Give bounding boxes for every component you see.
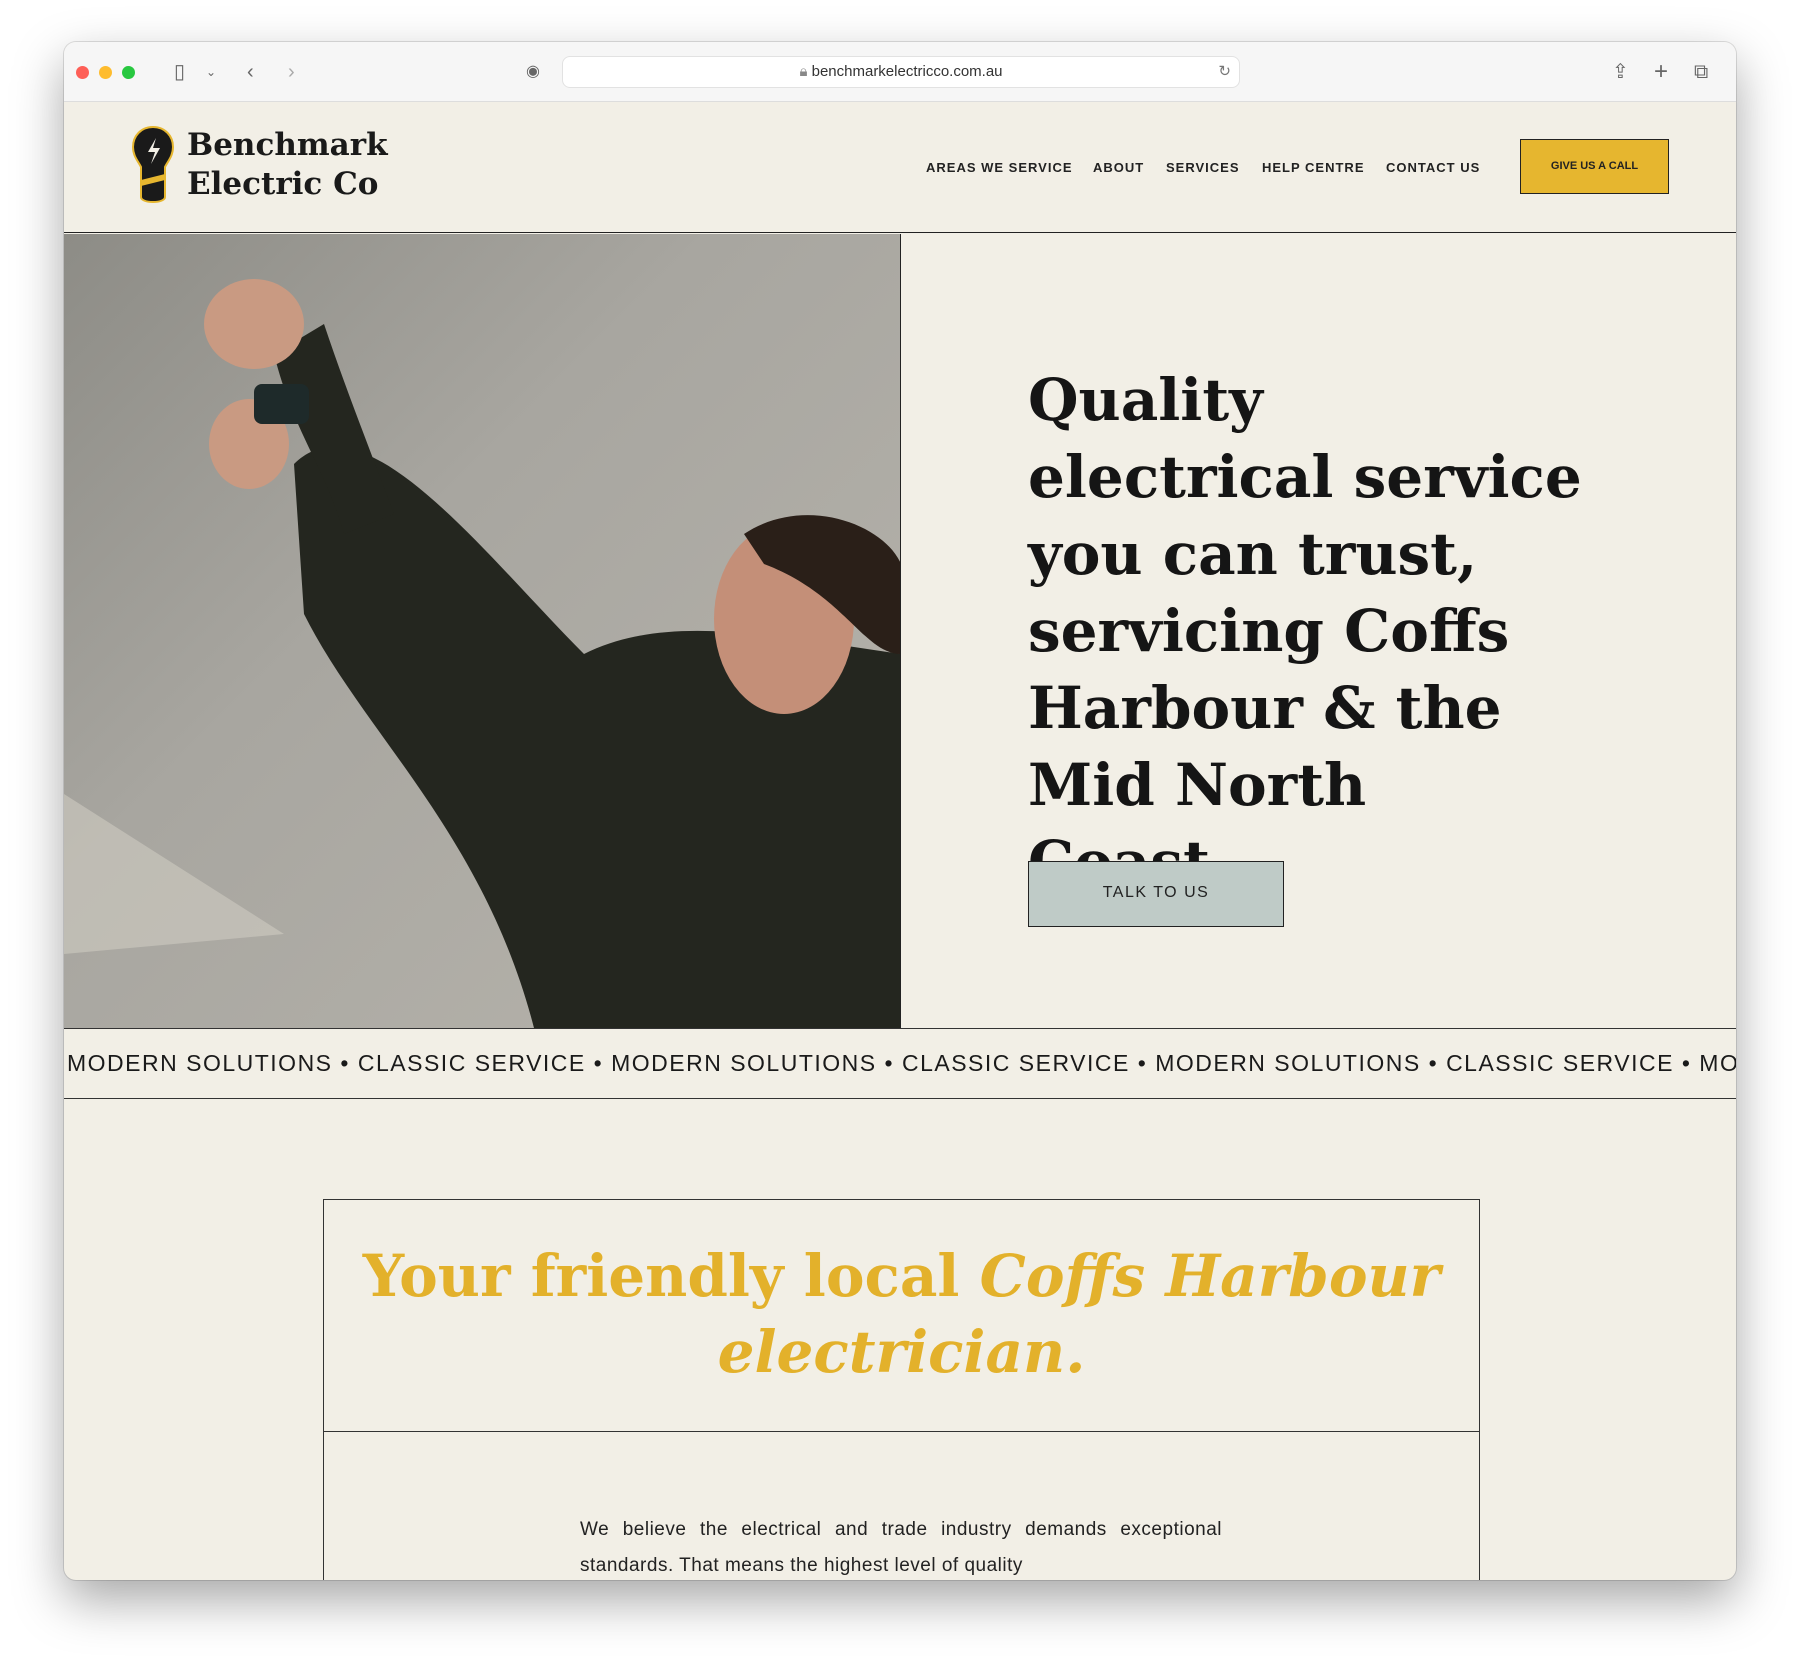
browser-toolbar: ▯ ⌄ ‹ › ◉ 🔒︎ benchmarkelectricco.com.au ↻… bbox=[64, 42, 1736, 102]
hero-headline: Quality electrical service you can trust… bbox=[1028, 366, 1582, 896]
ticker-item: MODERN SOLUTIONS bbox=[611, 1050, 877, 1076]
minimize-window-button[interactable] bbox=[99, 66, 112, 79]
nav-about[interactable]: ABOUT bbox=[1093, 160, 1144, 175]
privacy-icon[interactable]: ◉ bbox=[526, 58, 540, 86]
url-text: benchmarkelectricco.com.au bbox=[811, 63, 1003, 80]
close-window-button[interactable] bbox=[76, 66, 89, 79]
sidebar-icon[interactable]: ▯ bbox=[174, 58, 185, 86]
ticker-item: MODERN SOLUTIONS bbox=[1699, 1050, 1736, 1076]
nav-services[interactable]: SERVICES bbox=[1166, 160, 1240, 175]
ticker-item: MODERN SOLUTIONS bbox=[1155, 1050, 1421, 1076]
browser-window: ▯ ⌄ ‹ › ◉ 🔒︎ benchmarkelectricco.com.au ↻… bbox=[64, 42, 1736, 1580]
lock-icon: 🔒︎ bbox=[799, 63, 812, 80]
share-icon[interactable]: ⇪ bbox=[1612, 58, 1629, 86]
ticker-item: MODERN SOLUTIONS bbox=[67, 1050, 333, 1076]
reload-icon[interactable]: ↻ bbox=[1218, 57, 1231, 87]
nav-help-centre[interactable]: HELP CENTRE bbox=[1262, 160, 1365, 175]
ticker-banner: MODERN SOLUTIONS • CLASSIC SERVICE • MOD… bbox=[64, 1028, 1736, 1099]
give-us-a-call-button[interactable]: GIVE US A CALL bbox=[1520, 139, 1669, 194]
logo-line-1: Benchmark bbox=[187, 127, 388, 163]
intro-title: Your friendly local Coffs Harbour electr… bbox=[324, 1200, 1479, 1432]
ticker-item: CLASSIC SERVICE bbox=[357, 1050, 586, 1076]
logo-text[interactable]: Benchmark Electric Co bbox=[187, 126, 388, 204]
hero-electrician-photo bbox=[64, 234, 901, 1028]
nav-areas-we-service[interactable]: AREAS WE SERVICE bbox=[926, 160, 1073, 175]
maximize-window-button[interactable] bbox=[122, 66, 135, 79]
tabs-overview-icon[interactable]: ⧉ bbox=[1694, 58, 1708, 86]
ticker-item: CLASSIC SERVICE bbox=[901, 1050, 1130, 1076]
lightbulb-logo-icon[interactable] bbox=[130, 124, 176, 204]
intro-body: We believe the electrical and trade indu… bbox=[580, 1519, 1222, 1576]
forward-icon[interactable]: › bbox=[288, 58, 295, 86]
logo-line-2: Electric Co bbox=[187, 166, 379, 202]
back-icon[interactable]: ‹ bbox=[247, 58, 254, 86]
address-bar[interactable]: 🔒︎ benchmarkelectricco.com.au ↻ bbox=[562, 56, 1240, 88]
intro-title-plain: Your friendly local bbox=[362, 1242, 980, 1310]
intro-card: Your friendly local Coffs Harbour electr… bbox=[323, 1199, 1480, 1580]
site-header: Benchmark Electric Co AREAS WE SERVICE AB… bbox=[64, 102, 1736, 233]
new-tab-icon[interactable]: + bbox=[1654, 58, 1668, 86]
ticker-item: CLASSIC SERVICE bbox=[1446, 1050, 1674, 1076]
talk-to-us-button[interactable]: TALK TO US bbox=[1028, 861, 1284, 927]
nav-contact-us[interactable]: CONTACT US bbox=[1386, 160, 1480, 175]
chevron-down-icon[interactable]: ⌄ bbox=[206, 58, 216, 86]
